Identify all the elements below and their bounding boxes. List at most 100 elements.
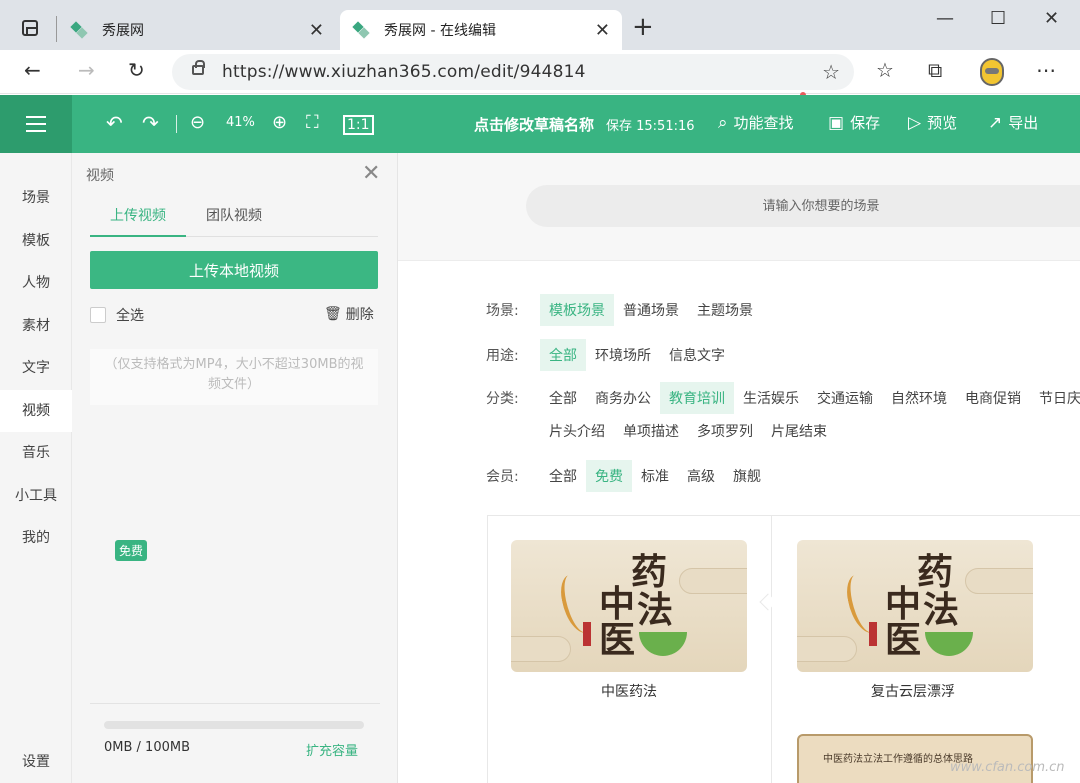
scene-library: 场景: 模板场景 普通场景 主题场景 用途: 全部 环境场所 信息文字 分类: … [398, 153, 1080, 783]
refresh-icon[interactable]: ↻ [128, 58, 145, 82]
free-badge: 免费 [115, 540, 148, 561]
favorites-icon[interactable]: ☆ [876, 58, 894, 82]
template-card-thumbnail[interactable]: 中医药法立法工作遵循的总体思路 [797, 734, 1033, 783]
filter-option[interactable]: 自然环境 [882, 382, 956, 414]
filter-option[interactable]: 电商促销 [956, 382, 1030, 414]
sidebar-item-scene[interactable]: 场景 [0, 177, 72, 219]
filter-row-usage: 用途: 全部 环境场所 信息文字 [486, 339, 734, 371]
search-area [398, 153, 1080, 261]
export-icon: ↗ [988, 112, 1003, 133]
fullscreen-icon[interactable]: ⛶ [306, 111, 319, 135]
scene-search-input[interactable] [526, 185, 1080, 227]
trash-icon: 🗑 [324, 306, 342, 322]
address-bar[interactable]: https://www.xiuzhan365.com/edit/944814 ☆ [172, 54, 854, 90]
feature-search-button[interactable]: ⌕ 功能查找 [718, 112, 794, 133]
zoom-out-icon[interactable]: ⊖ [190, 111, 205, 135]
filter-option[interactable]: 信息文字 [660, 339, 734, 371]
template-card-thumbnail[interactable]: 药 法 中 医 [797, 540, 1033, 672]
zoom-in-icon[interactable]: ⊕ [272, 111, 287, 135]
bowl-illustration [639, 632, 687, 656]
filter-option[interactable]: 全部 [540, 339, 586, 371]
filter-option[interactable]: 全部 [540, 382, 586, 414]
filter-option[interactable]: 标准 [632, 460, 678, 492]
url-text[interactable]: https://www.xiuzhan365.com/edit/944814 [222, 62, 586, 82]
upload-local-video-button[interactable]: 上传本地视频 [90, 251, 378, 289]
more-icon[interactable]: ⋯ [1036, 58, 1056, 82]
export-button[interactable]: ↗ 导出 [988, 112, 1038, 133]
sidebar-item-tools[interactable]: 小工具 [0, 475, 72, 517]
filter-option[interactable]: 主题场景 [688, 294, 762, 326]
tab-team-video[interactable]: 团队视频 [206, 205, 262, 225]
filter-label: 分类: [486, 391, 519, 407]
maximize-icon[interactable]: ☐ [990, 8, 1006, 29]
minimize-icon[interactable]: — [936, 8, 954, 29]
active-tab-indicator [90, 235, 186, 237]
preview-button[interactable]: ▷ 预览 [908, 112, 957, 133]
art-char: 药 [917, 551, 954, 593]
filter-option[interactable]: 单项描述 [614, 415, 688, 447]
save-button[interactable]: ▣ 保存 [828, 112, 880, 133]
new-tab-button[interactable]: + [632, 14, 654, 40]
menu-button[interactable] [0, 95, 72, 153]
forward-icon[interactable]: → [78, 58, 95, 82]
template-card-title[interactable]: 复古云层漂浮 [871, 681, 955, 701]
tab-upload-video[interactable]: 上传视频 [110, 205, 166, 225]
close-icon[interactable]: ✕ [362, 161, 380, 186]
select-all-checkbox[interactable] [90, 307, 106, 323]
sidebar-item-template[interactable]: 模板 [0, 220, 72, 262]
filter-option[interactable]: 商务办公 [586, 382, 660, 414]
art-char: 法 [637, 589, 674, 631]
export-label: 导出 [1008, 114, 1039, 132]
expand-storage-link[interactable]: 扩充容量 [306, 740, 358, 759]
close-icon[interactable]: ✕ [309, 20, 324, 41]
template-card-thumbnail[interactable]: 药 法 中 医 [511, 540, 747, 672]
filter-option[interactable]: 节日庆 [1030, 382, 1080, 414]
filter-option[interactable]: 旗舰 [724, 460, 770, 492]
tab-actions-icon[interactable] [22, 20, 38, 36]
sidebar-item-music[interactable]: 音乐 [0, 432, 72, 474]
back-icon[interactable]: ← [24, 58, 41, 82]
delete-button[interactable]: 🗑 删除 [324, 304, 374, 324]
collections-icon[interactable]: ⧉ [928, 58, 942, 82]
filter-option[interactable]: 多项罗列 [688, 415, 762, 447]
browser-tab-2[interactable]: 秀展网 - 在线编辑 ✕ [340, 10, 622, 50]
herb-illustration [557, 571, 599, 637]
window-close-icon[interactable]: ✕ [1044, 8, 1059, 29]
filter-option[interactable]: 片尾结束 [762, 415, 836, 447]
filter-option[interactable]: 普通场景 [614, 294, 688, 326]
watermark: www.cfan.com.cn [950, 760, 1065, 775]
filter-option[interactable]: 生活娱乐 [734, 382, 808, 414]
sidebar-item-mine[interactable]: 我的 [0, 517, 72, 559]
filter-option[interactable]: 全部 [540, 460, 586, 492]
sidebar-item-settings[interactable]: 设置 [0, 751, 72, 771]
cloud-decoration [679, 568, 747, 594]
seal-stamp [583, 622, 591, 646]
redo-icon[interactable]: ↷ [142, 111, 159, 135]
sidebar-item-video[interactable]: 视频 [0, 390, 72, 432]
art-char: 药 [631, 551, 668, 593]
filter-option[interactable]: 环境场所 [586, 339, 660, 371]
close-icon[interactable]: ✕ [595, 20, 610, 41]
select-all-label[interactable]: 全选 [116, 305, 144, 325]
browser-tab-1[interactable]: 秀展网 ✕ [60, 10, 336, 50]
actual-size-icon[interactable]: 1:1 [343, 115, 374, 135]
filter-option[interactable]: 免费 [586, 460, 632, 492]
filter-option[interactable]: 片头介绍 [540, 415, 614, 447]
undo-icon[interactable]: ↶ [106, 111, 123, 135]
add-favorite-icon[interactable]: ☆ [822, 60, 840, 84]
filter-option[interactable]: 教育培训 [660, 382, 734, 414]
template-card-title[interactable]: 中医药法 [601, 681, 657, 701]
filter-option[interactable]: 高级 [678, 460, 724, 492]
sidebar-item-text[interactable]: 文字 [0, 347, 72, 389]
cloud-decoration [965, 568, 1033, 594]
filter-option[interactable]: 模板场景 [540, 294, 614, 326]
filter-option[interactable]: 交通运输 [808, 382, 882, 414]
storage-progress-bar [104, 721, 364, 729]
profile-avatar[interactable] [980, 58, 1004, 86]
sidebar-item-character[interactable]: 人物 [0, 262, 72, 304]
browser-toolbar: ← → ↻ https://www.xiuzhan365.com/edit/94… [0, 50, 1080, 94]
site-favicon-icon [70, 21, 88, 39]
art-char: 中 [599, 583, 636, 625]
sidebar-item-material[interactable]: 素材 [0, 305, 72, 347]
draft-title[interactable]: 点击修改草稿名称 [474, 114, 594, 135]
